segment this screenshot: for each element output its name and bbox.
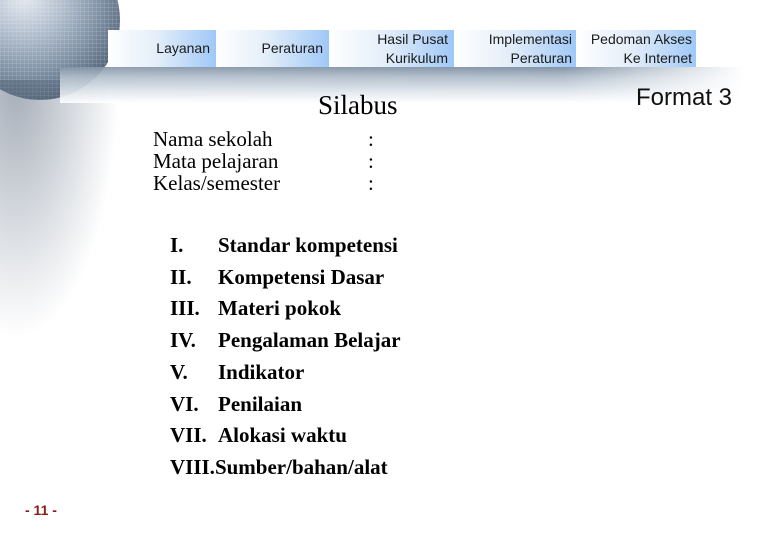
list-item: VII. Alokasi waktu [170,420,401,452]
nav-label-line2: Ke Internet [623,49,693,66]
field-row: Nama sekolah : [153,128,374,150]
item-label: Sumber/bahan/alat [214,454,388,479]
field-label: Mata pelajaran [153,149,279,173]
list-item: VI. Penilaian [170,389,401,421]
nav-label: Peraturan [261,40,323,56]
nav-label-line1: Implementasi [488,30,572,47]
page-title: Silabus [318,90,398,120]
item-label: Kompetensi Dasar [218,264,385,289]
nav-button-peraturan[interactable]: Peraturan [216,30,329,67]
field-label: Kelas/semester [153,171,281,195]
item-number: VIII. [170,454,215,479]
field-row: Mata pelajaran : [153,150,374,172]
nav-button-layanan[interactable]: Layanan [108,30,216,67]
list-item: V. Indikator [170,357,401,389]
item-number: II. [170,264,192,289]
item-label: Standar kompetensi [218,233,398,257]
format-label: Format 3 [636,84,733,111]
item-label: Pengalaman Belajar [218,328,401,353]
page-number: - 11 - [25,502,57,518]
field-separator: : [368,127,374,151]
field-separator: : [368,149,374,173]
item-number: V. [170,359,188,384]
nav-label-line2: Peraturan [510,49,572,66]
item-label: Materi pokok [218,296,342,321]
item-number: VII. [170,423,207,448]
field-label: Nama sekolah [153,127,273,151]
list-item: VIII. Sumber/bahan/alat [170,452,401,484]
field-separator: : [368,171,374,195]
list-item: IV. Pengalaman Belajar [170,325,401,357]
nav-button-hasil-pusat-kurikulum[interactable]: Hasil Pusat Kurikulum [329,30,454,67]
list-item: III. Materi pokok [170,293,401,325]
nav-button-pedoman-akses-internet[interactable]: Pedoman Akses Ke Internet [576,30,696,67]
item-label: Indikator [218,359,305,384]
item-number: III. [170,296,200,321]
item-number: I. [170,233,184,257]
nav-label-line1: Hasil Pusat [377,30,448,47]
section-list: I. Standar kompetensi II. Kompetensi Das… [170,230,401,484]
nav-label-line1: Pedoman Akses [590,30,692,47]
list-item: II. Kompetensi Dasar [170,262,401,294]
info-fields: Nama sekolah : Mata pelajaran : Kelas/se… [153,128,374,194]
field-row: Kelas/semester : [153,172,374,194]
item-number: VI. [170,391,199,416]
item-label: Penilaian [218,391,303,416]
item-number: IV. [170,328,196,353]
nav-label: Layanan [156,40,210,56]
globe-shadow [0,80,120,340]
list-item: I. Standar kompetensi [170,230,401,262]
nav-label-line2: Kurikulum [385,49,448,66]
nav-button-implementasi-peraturan[interactable]: Implementasi Peraturan [454,30,576,67]
item-label: Alokasi waktu [218,423,347,448]
